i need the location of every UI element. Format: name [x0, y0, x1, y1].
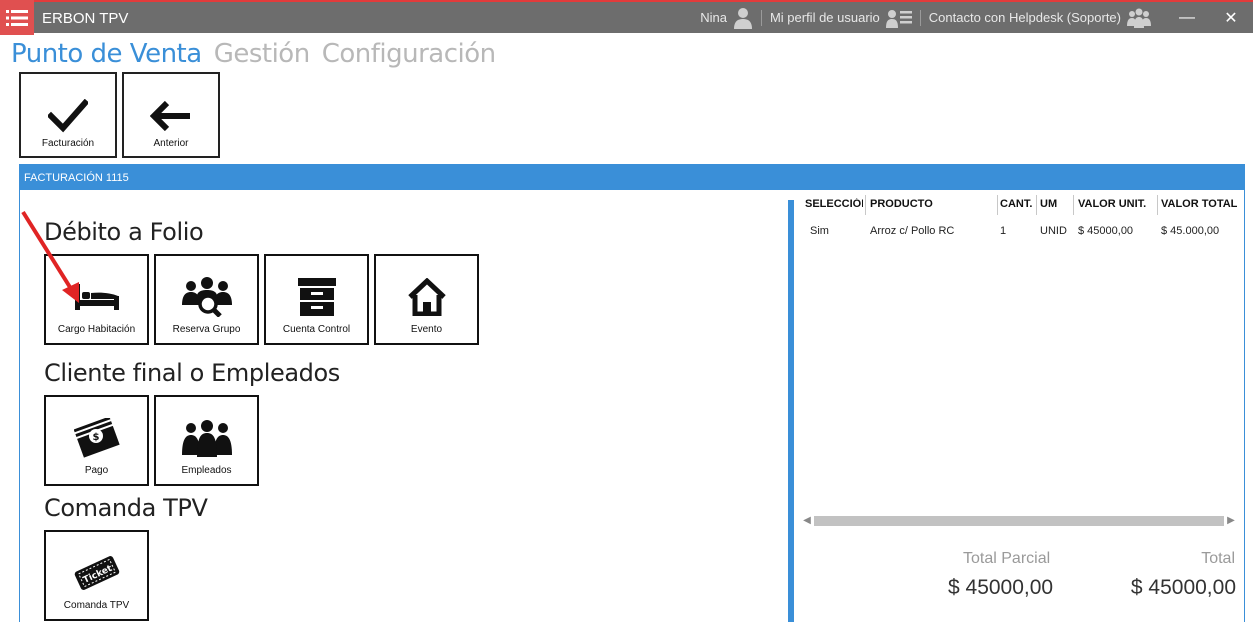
group-icon — [1127, 8, 1151, 28]
user-menu[interactable]: Nina — [692, 7, 761, 29]
cell-cantidad: 1 — [1000, 225, 1007, 237]
cell-producto: Arroz c/ Pollo RC — [870, 225, 955, 237]
tile-label: Reserva Grupo — [172, 324, 241, 335]
ticket-icon: Ticket — [74, 556, 119, 590]
horizontal-scrollbar[interactable]: ◀ ▶ — [802, 514, 1236, 528]
title-bar-right: Nina Mi perfil de usuario Contacto con H… — [692, 2, 1253, 33]
hamburger-list-icon — [6, 9, 28, 26]
anterior-button[interactable]: Anterior — [122, 72, 220, 158]
total-label: Total — [1201, 550, 1235, 567]
menu-button[interactable] — [0, 0, 34, 35]
title-bar: ERBON TPV Nina Mi perfil de usuario Cont… — [0, 0, 1253, 35]
total-parcial-value: $ 45000,00 — [948, 576, 1054, 599]
comanda-tpv-button[interactable]: Ticket Comanda TPV — [44, 530, 149, 621]
tab-punto-de-venta[interactable]: Punto de Venta — [11, 39, 202, 69]
tile-label: Evento — [410, 324, 443, 335]
section-title-cliente: Cliente final o Empleados — [44, 359, 340, 387]
column-header[interactable]: SELECCIÓN — [805, 198, 863, 210]
close-button[interactable]: ✕ — [1209, 2, 1253, 33]
reserva-grupo-button[interactable]: Reserva Grupo — [154, 254, 259, 345]
tile-label: Comanda TPV — [63, 600, 130, 611]
user-icon — [733, 7, 752, 29]
tab-configuracion[interactable]: Configuración — [322, 39, 496, 69]
panel-header: FACTURACIÓN 1115 — [19, 164, 1245, 190]
people-icon — [181, 420, 232, 457]
facturacion-button[interactable]: Facturación — [19, 72, 117, 158]
facturacion-label: Facturación — [41, 138, 95, 149]
user-name: Nina — [700, 10, 727, 25]
main-nav: Punto de Venta Gestión Configuración — [11, 39, 496, 69]
table-row[interactable]: Sim Arroz c/ Pollo RC 1 UNID $ 45000,00 … — [802, 217, 1242, 241]
section-title-comanda: Comanda TPV — [44, 494, 208, 522]
column-header[interactable]: CANT. — [1000, 198, 1036, 210]
total-parcial-label: Total Parcial — [963, 550, 1051, 567]
app-window: ERBON TPV Nina Mi perfil de usuario Cont… — [0, 0, 1253, 622]
tab-gestion[interactable]: Gestión — [214, 39, 311, 69]
pago-button[interactable]: $ Pago — [44, 395, 149, 486]
cell-valor-unit: $ 45000,00 — [1078, 225, 1134, 237]
cell-um: UNID — [1040, 225, 1067, 237]
table-header: SELECCIÓN PRODUCTO CANT. UM VALOR UNIT. … — [802, 195, 1242, 217]
cuenta-control-button[interactable]: Cuenta Control — [264, 254, 369, 345]
tile-label: Pago — [84, 465, 109, 476]
column-header[interactable]: PRODUCTO — [870, 198, 996, 210]
tile-label: Cuenta Control — [282, 324, 351, 335]
profile-link[interactable]: Mi perfil de usuario — [762, 8, 920, 28]
cell-valor-total: $ 45.000,00 — [1161, 225, 1220, 237]
scroll-thumb[interactable] — [814, 516, 1224, 526]
scroll-right-icon[interactable]: ▶ — [1226, 514, 1236, 528]
column-header[interactable]: VALOR TOTAL — [1161, 198, 1241, 210]
checkmark-icon — [48, 99, 88, 133]
house-icon — [407, 278, 446, 316]
panel-divider — [788, 200, 794, 622]
helpdesk-link[interactable]: Contacto con Helpdesk (Soporte) — [921, 8, 1159, 28]
evento-button[interactable]: Evento — [374, 254, 479, 345]
empleados-button[interactable]: Empleados — [154, 395, 259, 486]
products-table: SELECCIÓN PRODUCTO CANT. UM VALOR UNIT. … — [802, 195, 1242, 241]
column-header[interactable]: VALOR UNIT. — [1078, 198, 1156, 210]
group-search-icon — [181, 277, 232, 317]
helpdesk-label: Contacto con Helpdesk (Soporte) — [928, 10, 1121, 25]
column-header[interactable]: UM — [1040, 198, 1072, 210]
arrow-left-icon — [150, 101, 190, 131]
profile-label: Mi perfil de usuario — [769, 10, 880, 25]
app-title: ERBON TPV — [42, 10, 129, 27]
anterior-label: Anterior — [153, 138, 189, 149]
cell-seleccion: Sim — [810, 225, 829, 237]
minimize-button[interactable]: — — [1165, 2, 1209, 33]
svg-text:$: $ — [92, 432, 99, 443]
profile-card-icon — [885, 9, 912, 28]
annotation-arrow — [21, 210, 79, 303]
total-value: $ 45000,00 — [1130, 576, 1236, 599]
cabinet-icon — [297, 278, 336, 316]
money-icon: $ — [73, 418, 120, 458]
tile-label: Cargo Habitación — [57, 324, 136, 335]
tile-label: Empleados — [181, 465, 232, 476]
scroll-left-icon[interactable]: ◀ — [802, 514, 812, 528]
